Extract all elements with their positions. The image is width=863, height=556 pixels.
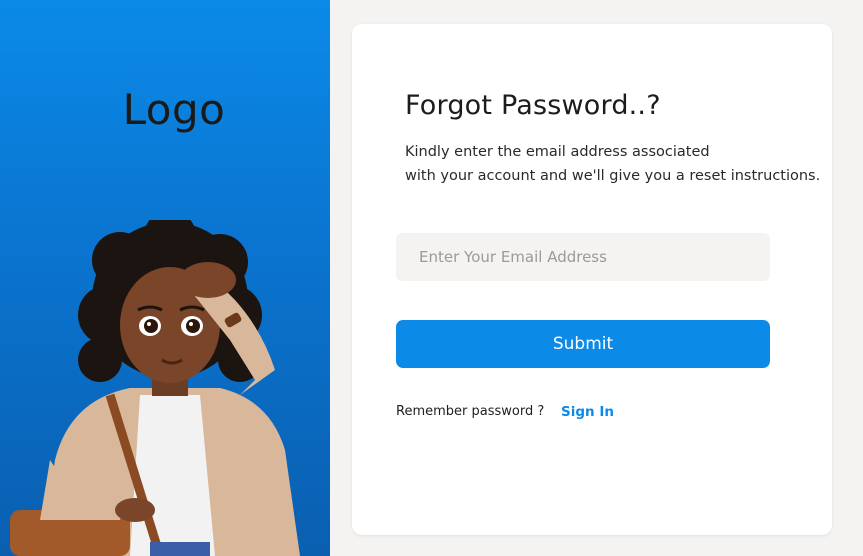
remember-password-text: Remember password ? (396, 404, 545, 419)
forgot-password-card: Forgot Password..? Kindly enter the emai… (352, 24, 832, 535)
page-title: Forgot Password..? (405, 90, 661, 121)
left-brand-panel: Logo (0, 0, 330, 556)
submit-button[interactable]: Submit (396, 320, 770, 368)
sign-in-link[interactable]: Sign In (561, 404, 614, 420)
description: Kindly enter the email address associate… (405, 140, 825, 188)
description-line-2: with your account and we'll give you a r… (405, 168, 821, 184)
description-line-1: Kindly enter the email address associate… (405, 144, 710, 160)
email-input[interactable] (396, 233, 770, 281)
girl-illustration (10, 220, 300, 556)
logo: Logo (122, 85, 226, 134)
